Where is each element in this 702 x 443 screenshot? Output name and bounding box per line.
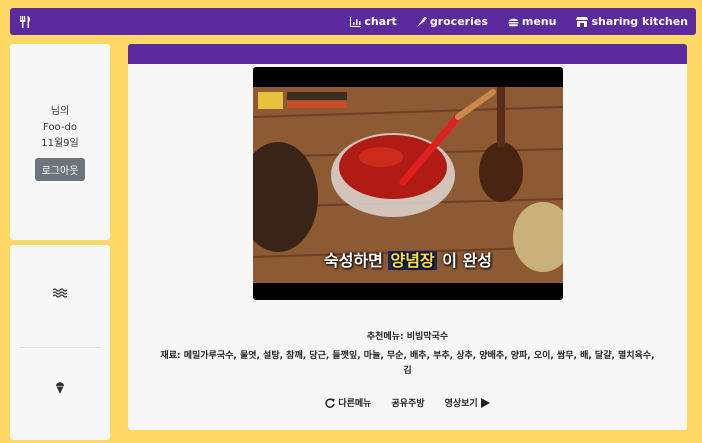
video-caption-post: 이 완성 [442, 251, 492, 270]
app-name: Foo-do [43, 121, 77, 133]
nav-sharing-kitchen-link[interactable]: sharing kitchen [576, 15, 688, 28]
watch-video-label: 영상보기 [444, 399, 478, 409]
carrot-icon [416, 16, 427, 27]
redo-icon [325, 397, 336, 408]
recommended-menu: 추천메뉴: 비빔막국수 [366, 332, 449, 342]
user-name-suffix: 님의 [50, 105, 70, 117]
ingredients: 재료: 메밀가루국수, 물엿, 설탕, 참깨, 당근, 들깻잎, 마늘, 무순,… [160, 351, 655, 376]
video-caption: 숙성하면 양념장 이 완성 [253, 247, 563, 271]
nav-menu-link[interactable]: menu [508, 15, 557, 28]
nav-groceries-link[interactable]: groceries [416, 15, 488, 28]
logout-button[interactable]: 로그아웃 [34, 157, 86, 181]
nav-menu-label: menu [521, 15, 557, 28]
store-icon [576, 16, 589, 27]
current-date: 11월9일 [41, 137, 79, 149]
video-player[interactable]: 숙성하면 양념장 이 완성 [253, 67, 563, 300]
watch-video-button[interactable]: 영상보기 [445, 396, 490, 409]
hamburger-icon [508, 18, 519, 26]
ice-cream-icon[interactable] [55, 379, 65, 398]
side-card [10, 245, 110, 440]
other-menu-button[interactable]: 다른메뉴 [325, 396, 371, 409]
nav-groceries-label: groceries [429, 15, 488, 28]
video-caption-highlight: 양념장 [388, 251, 437, 270]
chart-icon [350, 16, 362, 27]
side-divider [20, 347, 100, 348]
video-thumbnail: 숙성하면 양념장 이 완성 [253, 87, 563, 283]
nav-sharing-kitchen-label: sharing kitchen [591, 15, 688, 28]
shared-kitchen-label: 공유주방 [391, 399, 425, 409]
shared-kitchen-button[interactable]: 공유주방 [391, 396, 424, 409]
nav-chart-label: chart [364, 15, 397, 28]
utensils-icon[interactable] [18, 15, 32, 29]
water-icon[interactable] [52, 283, 68, 302]
play-icon [480, 397, 490, 408]
other-menu-label: 다른메뉴 [338, 399, 372, 409]
recipe-card-header [128, 44, 687, 64]
video-caption-pre: 숙성하면 [324, 251, 383, 270]
user-card: 님의 Foo-do 11월9일 로그아웃 [10, 44, 110, 240]
recipe-actions: 다른메뉴 공유주방 영상보기 [128, 396, 687, 409]
top-navbar: chart groceries menu sharing kitchen [10, 8, 696, 35]
nav-chart-link[interactable]: chart [350, 15, 397, 28]
nav-links: chart groceries menu sharing kitchen [350, 15, 688, 28]
recipe-card: 숙성하면 양념장 이 완성 추천메뉴: 비빔막국수 재료: 메밀가루국수, 물엿… [128, 44, 687, 430]
